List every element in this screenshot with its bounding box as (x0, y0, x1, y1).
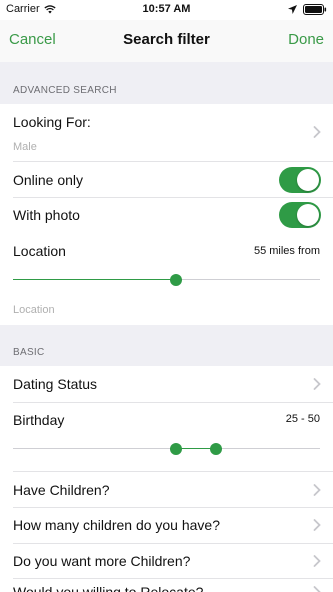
dating-status-row[interactable]: Dating Status (0, 366, 333, 402)
willing-to-relocate-label: Would you willing to Relocate? (13, 584, 204, 592)
toggle-knob (297, 169, 319, 191)
with-photo-label: With photo (13, 207, 80, 223)
chevron-right-icon (313, 378, 321, 390)
battery-icon (303, 4, 327, 15)
online-only-label: Online only (13, 172, 84, 188)
chevron-right-icon (313, 586, 321, 592)
want-more-children-row[interactable]: Do you want more Children? (0, 544, 333, 578)
slider-thumb-high[interactable] (209, 443, 222, 455)
slider-thumb[interactable] (169, 274, 182, 286)
section-header-label: BASIC (13, 347, 45, 358)
looking-for-value: Male (13, 141, 37, 153)
location-slider[interactable] (13, 273, 320, 287)
dating-status-label: Dating Status (13, 376, 98, 392)
have-children-label: Have Children? (13, 482, 110, 498)
status-right-group (288, 4, 327, 15)
with-photo-toggle[interactable] (279, 202, 321, 228)
birthday-label: Birthday (13, 412, 65, 428)
online-only-toggle[interactable] (279, 167, 321, 193)
slider-thumb-low[interactable] (169, 443, 182, 455)
location-distance-value: 55 miles from (253, 245, 320, 257)
how-many-children-row[interactable]: How many children do you have? (0, 508, 333, 543)
chevron-right-icon (313, 519, 321, 531)
looking-for-row[interactable]: Looking For: Male (0, 104, 333, 160)
online-only-row: Online only (0, 162, 333, 197)
with-photo-row: With photo (0, 198, 333, 233)
slider-track (175, 279, 320, 280)
status-bar: Carrier 10:57 AM (0, 0, 333, 20)
toggle-knob (297, 204, 319, 226)
chevron-right-icon (313, 126, 321, 138)
page-title: Search filter (123, 31, 210, 48)
location-arrow-icon (288, 5, 297, 14)
status-time: 10:57 AM (142, 3, 191, 15)
section-header-basic: BASIC (0, 325, 333, 366)
section-header-label: ADVANCED SEARCH (13, 85, 117, 96)
willing-to-relocate-row[interactable]: Would you willing to Relocate? (0, 579, 333, 592)
chevron-right-icon (313, 555, 321, 567)
birthday-range-value: 25 - 50 (285, 413, 320, 425)
how-many-children-label: How many children do you have? (13, 517, 221, 533)
done-button[interactable]: Done (288, 31, 324, 48)
location-row: Location 55 miles from Location (0, 233, 333, 325)
location-label: Location (13, 243, 66, 259)
navigation-bar: Cancel Search filter Done (0, 20, 333, 62)
birthday-range-slider[interactable] (13, 442, 320, 456)
slider-track (215, 448, 320, 449)
section-header-advanced: ADVANCED SEARCH (0, 62, 333, 104)
have-children-row[interactable]: Have Children? (0, 472, 333, 507)
chevron-right-icon (313, 484, 321, 496)
slider-track-filled (13, 279, 176, 280)
looking-for-label: Looking For: (13, 114, 91, 130)
location-field[interactable]: Location (13, 304, 55, 316)
want-more-children-label: Do you want more Children? (13, 553, 191, 569)
birthday-row: Birthday 25 - 50 (0, 403, 333, 471)
slider-track (13, 448, 176, 449)
